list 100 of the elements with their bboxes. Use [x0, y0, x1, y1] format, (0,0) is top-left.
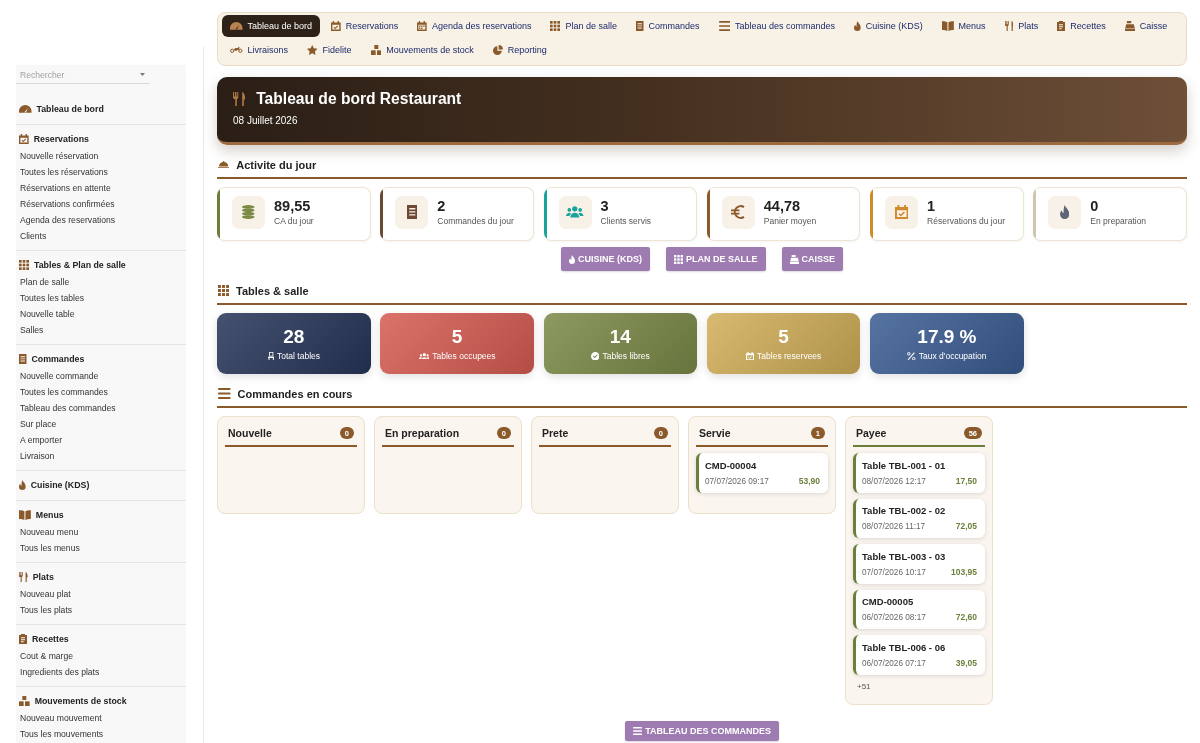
sidebar-link[interactable]: Nouveau menu [16, 524, 186, 540]
sidebar-link[interactable]: Nouveau plat [16, 586, 186, 602]
stat-value: 0 [1090, 197, 1100, 215]
sidebar-link[interactable]: Tous les mouvements [16, 726, 186, 742]
order-title: CMD-00005 [862, 595, 915, 608]
order-amount: 17,50 [955, 475, 977, 487]
sidebar-link[interactable]: Toutes les réservations [16, 164, 186, 180]
bell-icon [218, 160, 230, 169]
grid-icon [218, 285, 229, 296]
sidebar-link[interactable]: Salles [16, 322, 186, 338]
percent-icon [907, 351, 916, 361]
stat-value: 89,55 [274, 197, 312, 215]
book-icon [941, 21, 954, 31]
calendar-check-icon [19, 134, 29, 144]
order-card[interactable]: Table TBL-002 - 02 08/07/2026 11:17 72,05 [853, 498, 985, 538]
order-card[interactable]: Table TBL-003 - 03 07/07/2026 10:17 103,95 [853, 544, 985, 584]
sidebar-heading[interactable]: Menus [16, 506, 186, 524]
sidebar-heading[interactable]: Mouvements de stock [16, 692, 186, 710]
shortcut-button[interactable]: PLAN DE SALLE [666, 247, 766, 271]
stat-value: 28 [283, 325, 305, 348]
sidebar-link[interactable]: Réservations confirmées [16, 196, 186, 212]
nav-tab[interactable]: Livraisons [222, 39, 297, 61]
sidebar-heading[interactable]: Recettes [16, 630, 186, 648]
order-card[interactable]: Table TBL-001 - 01 08/07/2026 12:17 17,50 [853, 453, 985, 493]
sidebar-link[interactable]: Tableau des commandes [16, 400, 186, 416]
nav-tab[interactable]: Tableau de bord [222, 15, 321, 37]
nav-tab[interactable]: Commandes [628, 15, 708, 37]
order-date: 06/07/2026 08:17 [862, 612, 926, 623]
sidebar-link[interactable]: Tous les plats [16, 602, 186, 618]
order-card[interactable]: CMD-00004 07/07/2026 09:17 53,90 [696, 453, 828, 493]
sidebar-heading[interactable]: Commandes [16, 350, 186, 368]
sidebar-link[interactable]: Réservations en attente [16, 180, 186, 196]
stat-value: 5 [451, 325, 463, 348]
sidebar-link[interactable]: Tous les menus [16, 540, 186, 556]
section-title: Tables & salle [236, 284, 309, 297]
shortcut-button[interactable]: CUISINE (KDS) [560, 247, 650, 271]
column-title: En preparation [385, 427, 460, 439]
order-title: Table TBL-006 - 06 [862, 640, 947, 654]
sidebar-link[interactable]: A emporter [16, 432, 186, 448]
stat-value: 14 [609, 325, 631, 348]
sidebar-link[interactable]: Toutes les tables [16, 290, 186, 306]
order-card[interactable]: CMD-00005 06/07/2026 08:17 72,60 [853, 589, 985, 629]
receipt-icon [395, 195, 429, 229]
caret-icon [140, 73, 145, 76]
list-icon [218, 388, 231, 399]
sidebar-link[interactable]: Clients [16, 228, 186, 244]
boxes-icon [19, 696, 30, 706]
orders-board-button[interactable]: TABLEAU DES COMMANDES [625, 720, 779, 741]
stat-value: 17.9 % [917, 325, 977, 348]
nav-tab[interactable]: Reporting [484, 39, 555, 61]
pie-chart-icon [492, 45, 503, 55]
sidebar-link[interactable]: Nouveau mouvement [16, 710, 186, 726]
sidebar-link[interactable]: Nouvelle commande [16, 368, 186, 384]
grid-icon [674, 254, 683, 264]
sidebar-heading[interactable]: Plats [16, 568, 186, 586]
sidebar-link[interactable]: Nouvelle réservation [16, 148, 186, 164]
stat-label: Tables reservees [757, 350, 822, 362]
nav-tab[interactable]: Plats [996, 15, 1047, 37]
stat-label: Taux d'occupation [918, 350, 987, 362]
sidebar-link[interactable]: Livraison [16, 448, 186, 464]
nav-tab[interactable]: Reservations [323, 15, 407, 37]
section-title: Activite du jour [236, 158, 317, 171]
boxes-icon [370, 45, 382, 55]
sidebar-link[interactable]: Cout & marge [16, 648, 186, 664]
coins-icon [232, 195, 265, 229]
sidebar-link[interactable]: Ingredients des plats [16, 664, 186, 680]
search-field[interactable]: Rechercher [16, 66, 150, 84]
grid-icon [19, 260, 29, 270]
sidebar-link[interactable]: Plan de salle [16, 274, 186, 290]
clipboard-icon [1057, 21, 1066, 31]
shortcut-button[interactable]: CAISSE [781, 247, 843, 271]
stat-label: Réservations du jour [927, 214, 1006, 227]
sidebar-heading[interactable]: Tableau de bord [16, 100, 186, 118]
sidebar-link[interactable]: Sur place [16, 416, 186, 432]
motorcycle-icon [230, 47, 243, 53]
nav-tab[interactable]: Tableau des commandes [710, 15, 844, 37]
nav-tab[interactable]: Recettes [1049, 15, 1114, 37]
section-title: Commandes en cours [237, 387, 353, 400]
sidebar-heading[interactable]: Reservations [16, 130, 186, 148]
nav-tab[interactable]: Fidelite [299, 39, 360, 61]
cash-register-icon [1124, 21, 1135, 31]
nav-tab[interactable]: Cuisine (KDS) [846, 15, 931, 37]
sidebar-link[interactable]: Agenda des reservations [16, 212, 186, 228]
sidebar-heading[interactable]: Cuisine (KDS) [16, 476, 186, 494]
nav-tab[interactable]: Agenda des reservations [409, 15, 540, 37]
grid-icon [550, 21, 561, 31]
nav-tab[interactable]: Menus [933, 15, 994, 37]
sidebar-heading[interactable]: Tables & Plan de salle [16, 256, 186, 274]
nav-tab[interactable]: Mouvements de stock [362, 39, 482, 61]
chair-icon [267, 351, 274, 361]
utensils-icon [1004, 21, 1014, 31]
nav-tab[interactable]: Caisse [1116, 15, 1176, 37]
calendar-check-icon [331, 21, 341, 31]
column-title: Nouvelle [228, 427, 272, 439]
order-date: 07/07/2026 10:17 [862, 566, 926, 578]
order-card[interactable]: Table TBL-006 - 06 06/07/2026 07:17 39,05 [853, 635, 985, 675]
sidebar-link[interactable]: Toutes les commandes [16, 384, 186, 400]
sidebar-link[interactable]: Nouvelle table [16, 306, 186, 322]
gauge-icon [230, 22, 243, 30]
nav-tab[interactable]: Plan de salle [542, 15, 625, 37]
